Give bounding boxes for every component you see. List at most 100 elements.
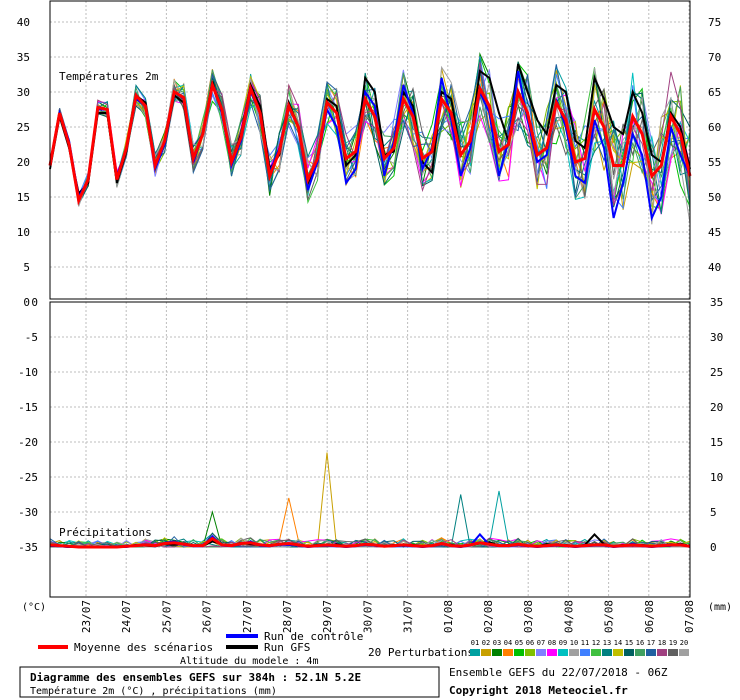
temperature-right-tick-label: 55 bbox=[708, 156, 721, 169]
legend-perturbation-number: 10 bbox=[570, 639, 578, 647]
precipitation-panel-frame bbox=[49, 301, 691, 598]
x-axis-date-label: 31/07 bbox=[402, 600, 415, 633]
legend-perturbation-swatch bbox=[580, 649, 590, 656]
temperature-left-tick-label: 5 bbox=[23, 261, 30, 274]
x-axis-date-label: 06/08 bbox=[643, 600, 656, 633]
legend-perturbation-number: 15 bbox=[625, 639, 633, 647]
x-axis-date-label: 03/08 bbox=[522, 600, 535, 633]
precipitation-right-tick-label: 30 bbox=[710, 331, 723, 344]
legend-perturbation-number: 09 bbox=[559, 639, 567, 647]
legend-perturbation-swatch bbox=[514, 649, 524, 656]
legend-gfs-label: Run GFS bbox=[264, 641, 310, 654]
precipitation-panel-title: Précipitations bbox=[59, 526, 152, 539]
legend-perturbation-swatch bbox=[679, 649, 689, 656]
legend-perturbation-swatch bbox=[492, 649, 502, 656]
x-axis-date-label: 29/07 bbox=[321, 600, 334, 633]
temperature-right-tick-label: 40 bbox=[708, 261, 721, 274]
legend-perturbation-number: 07 bbox=[537, 639, 545, 647]
legend-perturbation-number: 02 bbox=[482, 639, 490, 647]
legend-perturbation-swatch bbox=[536, 649, 546, 656]
precipitation-right-tick-label: 25 bbox=[710, 366, 723, 379]
precipitation-grid bbox=[50, 301, 690, 597]
legend-perturbation-swatch bbox=[613, 649, 623, 656]
x-axis-date-label: 27/07 bbox=[241, 600, 254, 633]
x-axis-date-label: 24/07 bbox=[120, 600, 133, 633]
x-axis-date-label: 07/08 bbox=[683, 600, 696, 633]
precipitation-left-ticks: 0 -5 -10 -15 -20 -25 -30 -35 bbox=[18, 296, 38, 554]
footer-copyright: Copyright 2018 Meteociel.fr bbox=[449, 684, 628, 697]
footer-box-subtitle: Température 2m (°C) , précipitations (mm… bbox=[30, 685, 277, 697]
x-axis-date-label: 26/07 bbox=[201, 600, 214, 633]
temperature-left-tick-label: 0 bbox=[23, 296, 30, 309]
legend-perturbation-swatch bbox=[569, 649, 579, 656]
left-unit-label: (°C) bbox=[22, 602, 46, 613]
x-axis-date-label: 30/07 bbox=[361, 600, 374, 633]
temperature-right-ticks: 40 45 50 55 60 65 70 75 bbox=[708, 16, 721, 274]
temperature-left-tick-label: 40 bbox=[17, 16, 30, 29]
legend-perturbation-number: 12 bbox=[592, 639, 600, 647]
legend-perturbation-swatch bbox=[602, 649, 612, 656]
temperature-panel-title: Températures 2m bbox=[59, 70, 159, 83]
legend-perturbation-number: 01 bbox=[471, 639, 479, 647]
precipitation-left-tick-label: -10 bbox=[18, 366, 38, 379]
legend-perturbation-number: 14 bbox=[614, 639, 622, 647]
legend-perturbation-swatch bbox=[657, 649, 667, 656]
temperature-right-tick-label: 50 bbox=[708, 191, 721, 204]
x-axis-date-label: 23/07 bbox=[80, 600, 93, 633]
footer-box-title: Diagramme des ensembles GEFS sur 384h : … bbox=[30, 671, 361, 684]
legend-perturbation-number: 08 bbox=[548, 639, 556, 647]
legend-perturbation-swatch bbox=[591, 649, 601, 656]
precipitation-left-tick-label: -15 bbox=[18, 401, 38, 414]
temperature-left-tick-label: 10 bbox=[17, 226, 30, 239]
precipitation-right-tick-label: 0 bbox=[710, 541, 717, 554]
x-axis-date-label: 28/07 bbox=[281, 600, 294, 633]
temperature-left-ticks: 0 5 10 15 20 25 30 35 40 bbox=[17, 16, 30, 309]
precipitation-left-tick-label: -35 bbox=[18, 541, 38, 554]
right-unit-label: (mm) bbox=[708, 602, 732, 613]
temperature-right-tick-label: 60 bbox=[708, 121, 721, 134]
precipitation-left-tick-label: 0 bbox=[31, 296, 38, 309]
legend-perturbation-number: 06 bbox=[526, 639, 534, 647]
temperature-left-tick-label: 30 bbox=[17, 86, 30, 99]
temperature-panel-frame bbox=[49, 0, 691, 300]
x-axis-date-labels: 23/07 24/07 25/07 26/07 27/07 28/07 29/07 30/07… bbox=[80, 600, 696, 633]
precipitation-left-tick-label: -30 bbox=[18, 506, 38, 519]
temperature-left-tick-label: 35 bbox=[17, 51, 30, 64]
legend-perturbation-swatch bbox=[558, 649, 568, 656]
precipitation-right-tick-label: 15 bbox=[710, 436, 723, 449]
x-axis-date-label: 01/08 bbox=[442, 600, 455, 633]
legend-perturbation-swatch bbox=[646, 649, 656, 656]
x-axis-date-label: 04/08 bbox=[562, 600, 575, 633]
legend-perturbation-swatch bbox=[668, 649, 678, 656]
legend-perturbation-swatch bbox=[624, 649, 634, 656]
legend-perturbation-number: 20 bbox=[680, 639, 688, 647]
temperature-left-tick-label: 15 bbox=[17, 191, 30, 204]
legend-perturbation-swatches: 01 02 03 04 05 06 07 08 09 10 11 12 13 14 15 16 17 18 19 20 bbox=[470, 639, 689, 656]
legend-perturbation-swatch bbox=[503, 649, 513, 656]
x-axis-date-label: 25/07 bbox=[160, 600, 173, 633]
temperature-right-tick-label: 75 bbox=[708, 16, 721, 29]
precipitation-right-tick-label: 5 bbox=[710, 506, 717, 519]
temperature-left-tick-label: 25 bbox=[17, 121, 30, 134]
footer-run-info: Ensemble GEFS du 22/07/2018 - 06Z bbox=[449, 666, 668, 679]
legend-perturbation-swatch bbox=[547, 649, 557, 656]
precipitation-left-tick-label: -20 bbox=[18, 436, 38, 449]
legend-altitude: Altitude du modele : 4m bbox=[180, 656, 318, 667]
temperature-right-tick-label: 65 bbox=[708, 86, 721, 99]
ensemble-chart: 0510152025303540 4045505560657075 Tempér… bbox=[17, 0, 732, 698]
x-axis-date-label: 02/08 bbox=[482, 600, 495, 633]
legend-perturbation-swatch bbox=[481, 649, 491, 656]
x-axis-date-label: 05/08 bbox=[603, 600, 616, 633]
precipitation-right-ticks: 0 5 10 15 20 25 30 35 bbox=[710, 296, 723, 554]
temperature-left-tick-label: 20 bbox=[17, 156, 30, 169]
precipitation-left-tick-label: -5 bbox=[25, 331, 38, 344]
temperature-main-series bbox=[48, 63, 692, 222]
precipitation-left-tick-label: -25 bbox=[18, 471, 38, 484]
legend-perturbation-number: 04 bbox=[504, 639, 512, 647]
legend-perturbation-number: 03 bbox=[493, 639, 501, 647]
temperature-right-tick-label: 70 bbox=[708, 51, 721, 64]
legend-mean-label: Moyenne des scénarios bbox=[74, 641, 213, 654]
legend-perturbation-number: 17 bbox=[647, 639, 655, 647]
legend-perturbation-number: 05 bbox=[515, 639, 523, 647]
precipitation-right-tick-label: 20 bbox=[710, 401, 723, 414]
